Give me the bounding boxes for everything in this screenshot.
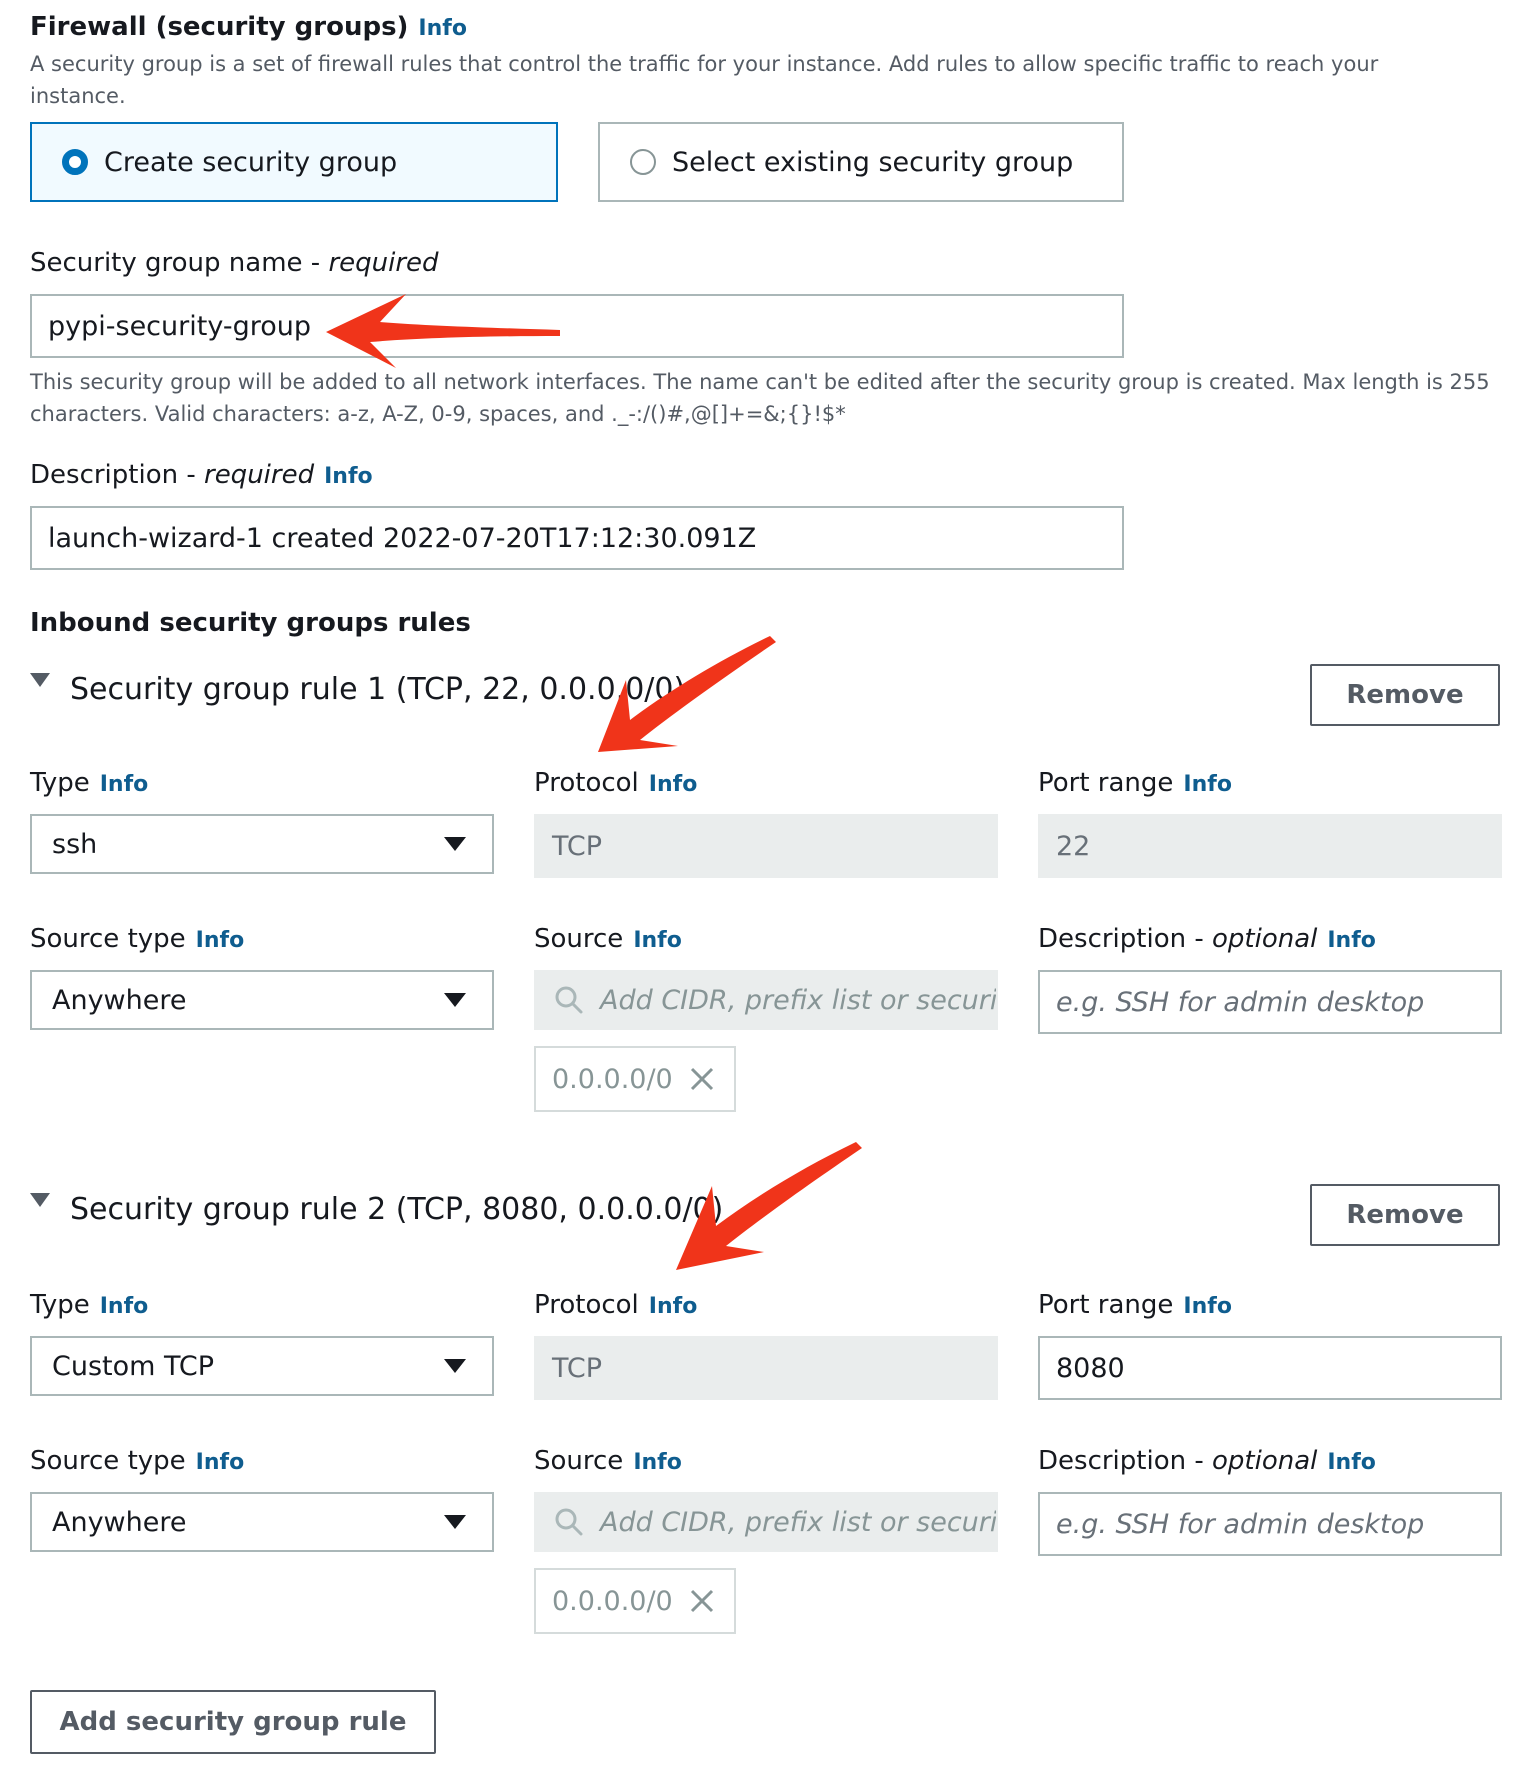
- rule-2-type-label: Type Info: [30, 1290, 148, 1320]
- create-security-group-label: Create security group: [104, 146, 398, 178]
- rule-1-description-optional: optional: [1212, 924, 1318, 954]
- rule-1-protocol-info-link[interactable]: Info: [649, 772, 698, 797]
- description-info-link[interactable]: Info: [324, 464, 373, 489]
- rule-2-remove-button[interactable]: Remove: [1310, 1184, 1500, 1246]
- rule-2-collapse-icon[interactable]: [30, 1192, 50, 1207]
- close-icon[interactable]: [689, 1066, 715, 1092]
- add-security-group-rule-button[interactable]: Add security group rule: [30, 1690, 436, 1754]
- rule-1-type-caret-icon: [444, 837, 466, 851]
- rule-1-remove-button[interactable]: Remove: [1310, 664, 1500, 726]
- rule-2-source-type-caret-icon: [444, 1515, 466, 1529]
- security-group-name-label: Security group name - required: [30, 248, 439, 278]
- rule-2-port-input[interactable]: 8080: [1038, 1336, 1502, 1400]
- rule-2-source-search[interactable]: Add CIDR, prefix list or security: [534, 1492, 998, 1552]
- search-icon: [555, 986, 583, 1014]
- rule-1-type-label: Type Info: [30, 768, 148, 798]
- rule-2-type-select[interactable]: Custom TCP: [30, 1336, 494, 1396]
- rule-2-type-info-link[interactable]: Info: [100, 1294, 149, 1319]
- inbound-rules-title: Inbound security groups rules: [30, 608, 471, 638]
- close-icon[interactable]: [689, 1588, 715, 1614]
- rule-1-description-info-link[interactable]: Info: [1327, 928, 1376, 953]
- rule-1-description-label: Description - optional Info: [1038, 924, 1376, 954]
- rule-2-source-type-label: Source type Info: [30, 1446, 244, 1476]
- rule-1-description-input[interactable]: e.g. SSH for admin desktop: [1038, 970, 1502, 1034]
- rule-1-collapse-icon[interactable]: [30, 672, 50, 687]
- rule-2-description-info-link[interactable]: Info: [1327, 1450, 1376, 1475]
- firewall-title-text: Firewall (security groups): [30, 12, 409, 42]
- rule-1-type-label-text: Type: [30, 768, 90, 798]
- rule-1-port-input: 22: [1038, 814, 1502, 878]
- rule-2-port-info-link[interactable]: Info: [1183, 1294, 1232, 1319]
- rule-1-type-info-link[interactable]: Info: [100, 772, 149, 797]
- description-label: Description - required Info: [30, 460, 373, 490]
- security-group-name-help: This security group will be added to all…: [30, 370, 1490, 426]
- rule-2-type-label-text: Type: [30, 1290, 90, 1320]
- rule-2-header[interactable]: Security group rule 2 (TCP, 8080, 0.0.0.…: [30, 1192, 723, 1227]
- firewall-title: Firewall (security groups) Info: [30, 12, 467, 42]
- description-required: required: [204, 460, 315, 490]
- description-input[interactable]: launch-wizard-1 created 2022-07-20T17:12…: [30, 506, 1124, 570]
- rule-1-source-type-caret-icon: [444, 993, 466, 1007]
- rule-1-type-value: ssh: [52, 828, 98, 860]
- create-security-group-radio[interactable]: [62, 149, 88, 175]
- rule-2-source-label: Source Info: [534, 1446, 682, 1476]
- rule-2-source-type-info-link[interactable]: Info: [196, 1450, 245, 1475]
- rule-2-port-label: Port range Info: [1038, 1290, 1232, 1320]
- rule-2-description-input[interactable]: e.g. SSH for admin desktop: [1038, 1492, 1502, 1556]
- rule-1-title: Security group rule 1 (TCP, 22, 0.0.0.0/…: [70, 672, 686, 707]
- rule-1-port-label-text: Port range: [1038, 768, 1174, 798]
- security-group-name-input[interactable]: pypi-security-group: [30, 294, 1124, 358]
- firewall-description: A security group is a set of firewall ru…: [30, 52, 1379, 108]
- rule-1-source-type-value: Anywhere: [52, 984, 187, 1016]
- rule-1-protocol-input: TCP: [534, 814, 998, 878]
- rule-2-source-info-link[interactable]: Info: [633, 1450, 682, 1475]
- rule-1-source-token: 0.0.0.0/0: [534, 1046, 736, 1112]
- rule-2-protocol-label-text: Protocol: [534, 1290, 639, 1320]
- firewall-info-link[interactable]: Info: [418, 16, 467, 41]
- rule-2-protocol-info-link[interactable]: Info: [649, 1294, 698, 1319]
- rule-1-source-type-info-link[interactable]: Info: [196, 928, 245, 953]
- rule-1-source-type-label: Source type Info: [30, 924, 244, 954]
- rule-2-description-label-text: Description -: [1038, 1446, 1212, 1476]
- rule-1-source-info-link[interactable]: Info: [633, 928, 682, 953]
- rule-2-source-label-text: Source: [534, 1446, 624, 1476]
- rule-1-source-type-label-text: Source type: [30, 924, 186, 954]
- rule-2-source-type-select[interactable]: Anywhere: [30, 1492, 494, 1552]
- rule-2-protocol-label: Protocol Info: [534, 1290, 697, 1320]
- rule-2-source-token-label: 0.0.0.0/0: [552, 1585, 673, 1617]
- rule-1-source-label: Source Info: [534, 924, 682, 954]
- rule-2-title: Security group rule 2 (TCP, 8080, 0.0.0.…: [70, 1192, 724, 1227]
- search-icon: [555, 1508, 583, 1536]
- security-group-name-label-text: Security group name -: [30, 248, 329, 278]
- rule-2-source-type-label-text: Source type: [30, 1446, 186, 1476]
- rule-2-source-token: 0.0.0.0/0: [534, 1568, 736, 1634]
- rule-1-source-placeholder: Add CIDR, prefix list or security: [600, 984, 998, 1016]
- rule-1-source-search[interactable]: Add CIDR, prefix list or security: [534, 970, 998, 1030]
- rule-1-type-select[interactable]: ssh: [30, 814, 494, 874]
- rule-1-port-label: Port range Info: [1038, 768, 1232, 798]
- rule-2-port-label-text: Port range: [1038, 1290, 1174, 1320]
- create-security-group-option[interactable]: Create security group: [30, 122, 558, 202]
- select-existing-security-group-radio[interactable]: [630, 149, 656, 175]
- rule-2-protocol-input: TCP: [534, 1336, 998, 1400]
- select-existing-security-group-option[interactable]: Select existing security group: [598, 122, 1124, 202]
- rule-1-description-label-text: Description -: [1038, 924, 1212, 954]
- rule-2-source-placeholder: Add CIDR, prefix list or security: [600, 1506, 998, 1538]
- rule-2-description-optional: optional: [1212, 1446, 1318, 1476]
- rule-1-port-info-link[interactable]: Info: [1183, 772, 1232, 797]
- rule-1-source-type-select[interactable]: Anywhere: [30, 970, 494, 1030]
- rule-1-header[interactable]: Security group rule 1 (TCP, 22, 0.0.0.0/…: [30, 672, 685, 707]
- rule-2-type-caret-icon: [444, 1359, 466, 1373]
- rule-2-type-value: Custom TCP: [52, 1350, 215, 1382]
- rule-1-protocol-label-text: Protocol: [534, 768, 639, 798]
- rule-2-description-label: Description - optional Info: [1038, 1446, 1376, 1476]
- rule-1-protocol-label: Protocol Info: [534, 768, 697, 798]
- rule-1-source-label-text: Source: [534, 924, 624, 954]
- select-existing-security-group-label: Select existing security group: [672, 146, 1074, 178]
- security-group-name-required: required: [328, 248, 439, 278]
- rule-2-source-type-value: Anywhere: [52, 1506, 187, 1538]
- rule-1-source-token-label: 0.0.0.0/0: [552, 1063, 673, 1095]
- description-label-text: Description -: [30, 460, 204, 490]
